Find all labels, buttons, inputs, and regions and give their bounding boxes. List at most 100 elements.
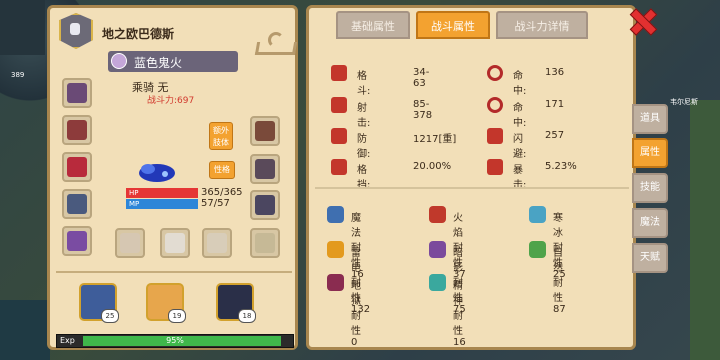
sword-icon xyxy=(67,157,87,177)
equip-slot-gun[interactable] xyxy=(202,228,232,258)
resist-label: 地狱耐性 0 xyxy=(351,281,361,348)
nature-icon xyxy=(529,241,546,258)
equip-slot-belt[interactable] xyxy=(250,154,280,184)
empty-slot-icon xyxy=(255,233,275,253)
magic-icon xyxy=(327,206,344,223)
ice-icon xyxy=(529,206,546,223)
stats-panel: 基础属性 战斗属性 战斗力详情 格斗: 34-63 命中: 136 射击: 85-37… xyxy=(306,5,636,350)
party-member-3[interactable]: 18 xyxy=(216,283,256,323)
shield-icon xyxy=(331,128,347,144)
party-bar: 25 19 18 xyxy=(56,271,292,337)
gun-icon xyxy=(207,233,227,253)
hp-label: HP xyxy=(129,189,139,197)
tab-basic-attributes[interactable]: 基础属性 xyxy=(336,11,410,39)
trait-button[interactable]: 性格 xyxy=(209,161,235,179)
fire-icon xyxy=(429,206,446,223)
stats-divider xyxy=(315,187,629,189)
stat-name: 命中: xyxy=(513,103,527,129)
boots-icon xyxy=(255,195,275,215)
target-icon xyxy=(487,97,503,113)
stat-name: 射击: xyxy=(357,103,371,129)
equip-slot-boots[interactable] xyxy=(250,190,280,220)
character-panel: 地之欧巴德斯 蓝色鬼火 乘骑 无 战斗力:697 额外肢体 性格 HP MP 3… xyxy=(47,5,298,350)
side-tab-talents[interactable]: 天赋 xyxy=(632,243,668,273)
stat-name: 闪避: xyxy=(513,134,527,160)
pet-head xyxy=(141,164,155,174)
stat-name: 格斗: xyxy=(357,71,371,97)
side-tab-attributes[interactable]: 属性 xyxy=(632,138,668,168)
exp-bar: Exp 95% xyxy=(56,334,294,348)
helmet-icon xyxy=(67,83,87,103)
ring-icon xyxy=(67,231,87,251)
side-tab-skills[interactable]: 技能 xyxy=(632,173,668,203)
equip-slot-weapon[interactable] xyxy=(62,152,92,182)
party-level-1: 25 xyxy=(101,309,119,323)
party-member-2[interactable]: 19 xyxy=(146,283,186,323)
hell-icon xyxy=(327,274,344,291)
armor-icon xyxy=(67,120,87,140)
hud-score: 389 xyxy=(11,71,25,79)
pet-name-bar[interactable]: 蓝色鬼火 xyxy=(108,51,238,72)
shield-icon xyxy=(165,233,185,253)
party-member-1[interactable]: 25 xyxy=(79,283,119,323)
mp-value: 57/57 xyxy=(201,198,230,209)
shadow-icon xyxy=(429,241,446,258)
player-portrait-hud[interactable] xyxy=(0,0,45,55)
rank-badge-icon xyxy=(59,13,93,49)
stat-name: 防御: xyxy=(357,134,371,160)
crit-icon xyxy=(487,159,503,175)
extra-limb-button[interactable]: 额外肢体 xyxy=(209,122,233,150)
side-tab-magic[interactable]: 魔法 xyxy=(632,208,668,238)
equip-slot-gem[interactable] xyxy=(115,228,145,258)
hanger-bar xyxy=(254,42,298,55)
combat-stats: 格斗: 34-63 命中: 136 射击: 85-378 命中: 171 防御: 1217… xyxy=(315,53,625,191)
pet-eye xyxy=(162,171,168,177)
pet-icon xyxy=(111,53,127,69)
hp-value: 365/365 xyxy=(201,187,243,198)
wardrobe-hanger-button[interactable] xyxy=(254,32,298,55)
bg-water xyxy=(0,300,50,360)
pet-ghostfire-sprite xyxy=(139,164,175,182)
close-icon[interactable] xyxy=(626,6,658,36)
equip-slot-empty[interactable] xyxy=(250,228,280,258)
equip-slot-ring[interactable] xyxy=(62,226,92,256)
party-level-2: 19 xyxy=(168,309,186,323)
equip-slot-gloves[interactable] xyxy=(250,116,280,146)
stat-value: 1217[重] xyxy=(413,134,457,145)
thunder-icon xyxy=(327,241,344,258)
exp-percent: 95% xyxy=(166,336,184,345)
belt-icon xyxy=(255,159,275,179)
bg-grass xyxy=(690,100,720,360)
bow-icon xyxy=(331,97,347,113)
equip-slot-accessory[interactable] xyxy=(62,189,92,219)
equip-slot-shield[interactable] xyxy=(160,228,190,258)
stat-value: 85-378 xyxy=(413,99,433,121)
stat-name: 命中: xyxy=(513,71,527,97)
stat-value: 171 xyxy=(545,99,565,110)
stat-value: 34-63 xyxy=(413,67,430,89)
resist-label: 自然耐性 87 xyxy=(553,248,566,315)
dodge-icon xyxy=(487,128,503,144)
hp-bar: HP xyxy=(126,188,198,198)
equip-slot-armor[interactable] xyxy=(62,115,92,145)
mask-icon xyxy=(67,194,87,214)
pet-name: 蓝色鬼火 xyxy=(134,56,183,70)
npc-name-label: 韦尔尼斯 xyxy=(670,98,698,106)
character-name: 地之欧巴德斯 xyxy=(102,27,175,41)
block-icon xyxy=(331,159,347,175)
tab-combat-attributes[interactable]: 战斗属性 xyxy=(416,11,490,39)
tab-power-details[interactable]: 战斗力详情 xyxy=(496,11,588,39)
combat-power: 战斗力:697 xyxy=(147,96,195,106)
stat-value: 5.23% xyxy=(545,161,577,172)
gloves-icon xyxy=(255,121,275,141)
gem-icon xyxy=(120,233,140,253)
mp-label: MP xyxy=(129,200,140,208)
equip-slot-helmet[interactable] xyxy=(62,78,92,108)
target-icon xyxy=(487,65,503,81)
side-tab-items[interactable]: 道具 xyxy=(632,104,668,134)
melee-icon xyxy=(331,65,347,81)
mp-bar: MP xyxy=(126,199,198,209)
spirit-icon xyxy=(429,274,446,291)
stat-value: 257 xyxy=(545,130,565,141)
party-level-3: 18 xyxy=(238,309,256,323)
